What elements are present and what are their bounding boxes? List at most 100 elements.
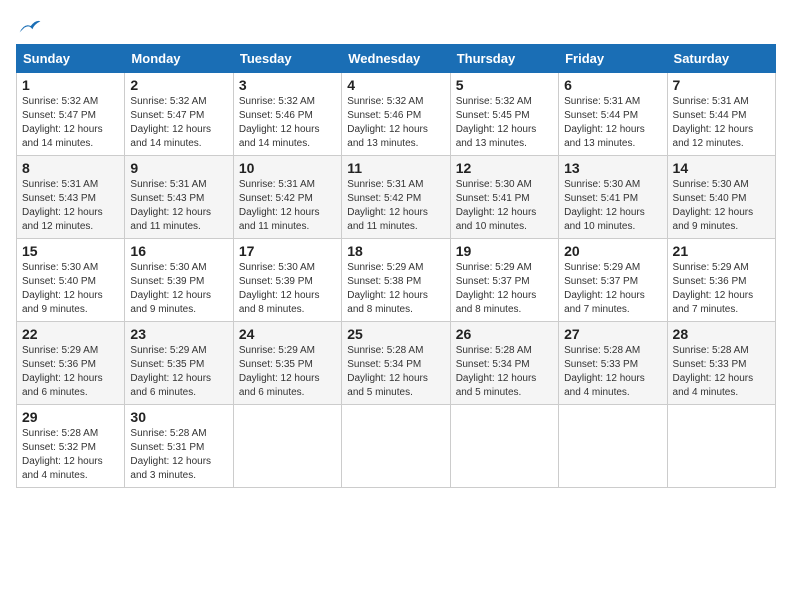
sunset-text: Sunset: 5:42 PM xyxy=(347,193,421,204)
sunset-text: Sunset: 5:35 PM xyxy=(130,359,204,370)
day-info: Sunrise: 5:29 AM Sunset: 5:38 PM Dayligh… xyxy=(347,261,444,317)
day-cell-14: 14 Sunrise: 5:30 AM Sunset: 5:40 PM Dayl… xyxy=(667,156,775,239)
day-info: Sunrise: 5:29 AM Sunset: 5:37 PM Dayligh… xyxy=(456,261,553,317)
day-number: 23 xyxy=(130,326,227,342)
sunrise-text: Sunrise: 5:28 AM xyxy=(456,345,532,356)
day-info: Sunrise: 5:31 AM Sunset: 5:42 PM Dayligh… xyxy=(347,178,444,234)
sunrise-text: Sunrise: 5:32 AM xyxy=(456,96,532,107)
sunset-text: Sunset: 5:33 PM xyxy=(564,359,638,370)
day-info: Sunrise: 5:29 AM Sunset: 5:36 PM Dayligh… xyxy=(22,344,119,400)
empty-cell xyxy=(450,405,558,488)
column-header-wednesday: Wednesday xyxy=(342,45,450,73)
daylight-text: Daylight: 12 hours and 5 minutes. xyxy=(347,373,428,398)
sunset-text: Sunset: 5:36 PM xyxy=(22,359,96,370)
day-cell-19: 19 Sunrise: 5:29 AM Sunset: 5:37 PM Dayl… xyxy=(450,239,558,322)
daylight-text: Daylight: 12 hours and 9 minutes. xyxy=(130,290,211,315)
day-cell-12: 12 Sunrise: 5:30 AM Sunset: 5:41 PM Dayl… xyxy=(450,156,558,239)
daylight-text: Daylight: 12 hours and 5 minutes. xyxy=(456,373,537,398)
sunrise-text: Sunrise: 5:28 AM xyxy=(347,345,423,356)
sunrise-text: Sunrise: 5:31 AM xyxy=(347,179,423,190)
sunrise-text: Sunrise: 5:31 AM xyxy=(673,96,749,107)
day-number: 11 xyxy=(347,160,444,176)
page-header xyxy=(16,16,776,36)
sunrise-text: Sunrise: 5:30 AM xyxy=(564,179,640,190)
daylight-text: Daylight: 12 hours and 14 minutes. xyxy=(130,124,211,149)
day-cell-5: 5 Sunrise: 5:32 AM Sunset: 5:45 PM Dayli… xyxy=(450,73,558,156)
day-info: Sunrise: 5:31 AM Sunset: 5:42 PM Dayligh… xyxy=(239,178,336,234)
header-row: SundayMondayTuesdayWednesdayThursdayFrid… xyxy=(17,45,776,73)
day-cell-24: 24 Sunrise: 5:29 AM Sunset: 5:35 PM Dayl… xyxy=(233,322,341,405)
sunrise-text: Sunrise: 5:28 AM xyxy=(130,428,206,439)
day-cell-4: 4 Sunrise: 5:32 AM Sunset: 5:46 PM Dayli… xyxy=(342,73,450,156)
day-cell-10: 10 Sunrise: 5:31 AM Sunset: 5:42 PM Dayl… xyxy=(233,156,341,239)
sunrise-text: Sunrise: 5:29 AM xyxy=(347,262,423,273)
day-number: 24 xyxy=(239,326,336,342)
day-info: Sunrise: 5:32 AM Sunset: 5:46 PM Dayligh… xyxy=(239,95,336,151)
sunrise-text: Sunrise: 5:28 AM xyxy=(673,345,749,356)
calendar-body: 1 Sunrise: 5:32 AM Sunset: 5:47 PM Dayli… xyxy=(17,73,776,488)
day-info: Sunrise: 5:31 AM Sunset: 5:43 PM Dayligh… xyxy=(22,178,119,234)
sunset-text: Sunset: 5:41 PM xyxy=(564,193,638,204)
day-cell-27: 27 Sunrise: 5:28 AM Sunset: 5:33 PM Dayl… xyxy=(559,322,667,405)
day-info: Sunrise: 5:32 AM Sunset: 5:46 PM Dayligh… xyxy=(347,95,444,151)
day-number: 3 xyxy=(239,77,336,93)
sunset-text: Sunset: 5:44 PM xyxy=(673,110,747,121)
daylight-text: Daylight: 12 hours and 10 minutes. xyxy=(564,207,645,232)
sunset-text: Sunset: 5:43 PM xyxy=(22,193,96,204)
day-number: 20 xyxy=(564,243,661,259)
day-cell-20: 20 Sunrise: 5:29 AM Sunset: 5:37 PM Dayl… xyxy=(559,239,667,322)
daylight-text: Daylight: 12 hours and 4 minutes. xyxy=(673,373,754,398)
sunset-text: Sunset: 5:34 PM xyxy=(456,359,530,370)
day-number: 27 xyxy=(564,326,661,342)
sunrise-text: Sunrise: 5:28 AM xyxy=(22,428,98,439)
sunset-text: Sunset: 5:39 PM xyxy=(130,276,204,287)
day-cell-6: 6 Sunrise: 5:31 AM Sunset: 5:44 PM Dayli… xyxy=(559,73,667,156)
sunrise-text: Sunrise: 5:29 AM xyxy=(239,345,315,356)
sunset-text: Sunset: 5:40 PM xyxy=(22,276,96,287)
daylight-text: Daylight: 12 hours and 13 minutes. xyxy=(456,124,537,149)
day-number: 14 xyxy=(673,160,770,176)
day-number: 4 xyxy=(347,77,444,93)
day-cell-17: 17 Sunrise: 5:30 AM Sunset: 5:39 PM Dayl… xyxy=(233,239,341,322)
day-number: 7 xyxy=(673,77,770,93)
sunset-text: Sunset: 5:45 PM xyxy=(456,110,530,121)
day-info: Sunrise: 5:30 AM Sunset: 5:40 PM Dayligh… xyxy=(22,261,119,317)
sunset-text: Sunset: 5:40 PM xyxy=(673,193,747,204)
day-number: 6 xyxy=(564,77,661,93)
sunrise-text: Sunrise: 5:29 AM xyxy=(673,262,749,273)
sunrise-text: Sunrise: 5:30 AM xyxy=(673,179,749,190)
day-cell-15: 15 Sunrise: 5:30 AM Sunset: 5:40 PM Dayl… xyxy=(17,239,125,322)
day-number: 8 xyxy=(22,160,119,176)
logo xyxy=(16,16,42,36)
day-number: 18 xyxy=(347,243,444,259)
day-info: Sunrise: 5:30 AM Sunset: 5:39 PM Dayligh… xyxy=(130,261,227,317)
day-cell-21: 21 Sunrise: 5:29 AM Sunset: 5:36 PM Dayl… xyxy=(667,239,775,322)
day-cell-7: 7 Sunrise: 5:31 AM Sunset: 5:44 PM Dayli… xyxy=(667,73,775,156)
logo-bird-icon xyxy=(18,16,42,36)
day-number: 29 xyxy=(22,409,119,425)
day-number: 15 xyxy=(22,243,119,259)
calendar-table: SundayMondayTuesdayWednesdayThursdayFrid… xyxy=(16,44,776,488)
day-info: Sunrise: 5:31 AM Sunset: 5:44 PM Dayligh… xyxy=(673,95,770,151)
sunrise-text: Sunrise: 5:32 AM xyxy=(239,96,315,107)
sunrise-text: Sunrise: 5:29 AM xyxy=(456,262,532,273)
day-number: 1 xyxy=(22,77,119,93)
daylight-text: Daylight: 12 hours and 4 minutes. xyxy=(22,456,103,481)
daylight-text: Daylight: 12 hours and 10 minutes. xyxy=(456,207,537,232)
sunrise-text: Sunrise: 5:31 AM xyxy=(130,179,206,190)
day-info: Sunrise: 5:28 AM Sunset: 5:34 PM Dayligh… xyxy=(347,344,444,400)
sunset-text: Sunset: 5:33 PM xyxy=(673,359,747,370)
daylight-text: Daylight: 12 hours and 8 minutes. xyxy=(347,290,428,315)
day-cell-28: 28 Sunrise: 5:28 AM Sunset: 5:33 PM Dayl… xyxy=(667,322,775,405)
day-cell-23: 23 Sunrise: 5:29 AM Sunset: 5:35 PM Dayl… xyxy=(125,322,233,405)
sunrise-text: Sunrise: 5:32 AM xyxy=(130,96,206,107)
sunset-text: Sunset: 5:32 PM xyxy=(22,442,96,453)
day-number: 12 xyxy=(456,160,553,176)
daylight-text: Daylight: 12 hours and 6 minutes. xyxy=(130,373,211,398)
day-info: Sunrise: 5:32 AM Sunset: 5:45 PM Dayligh… xyxy=(456,95,553,151)
week-row-4: 22 Sunrise: 5:29 AM Sunset: 5:36 PM Dayl… xyxy=(17,322,776,405)
day-cell-22: 22 Sunrise: 5:29 AM Sunset: 5:36 PM Dayl… xyxy=(17,322,125,405)
sunset-text: Sunset: 5:43 PM xyxy=(130,193,204,204)
day-number: 16 xyxy=(130,243,227,259)
day-info: Sunrise: 5:29 AM Sunset: 5:37 PM Dayligh… xyxy=(564,261,661,317)
